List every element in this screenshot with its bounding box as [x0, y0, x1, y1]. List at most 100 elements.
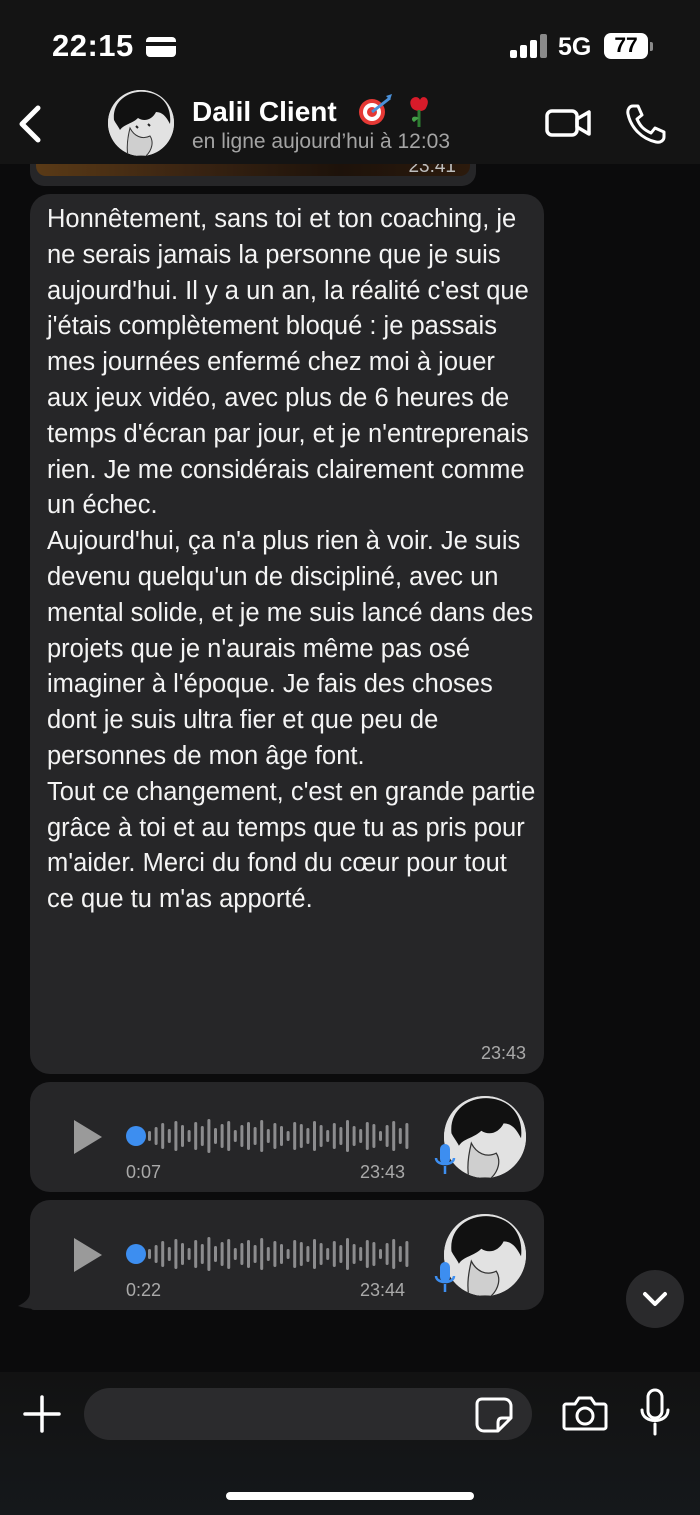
contact-avatar[interactable]: [108, 90, 174, 156]
waveform-bar: [167, 1129, 171, 1143]
waveform-bar: [174, 1121, 178, 1151]
waveform-bar: [227, 1239, 231, 1269]
waveform-bar: [365, 1240, 369, 1268]
waveform-bar: [227, 1121, 231, 1151]
message-timestamp: 23:43: [360, 1162, 406, 1182]
voice-message[interactable]: 0:22 23:44: [30, 1200, 544, 1310]
play-icon[interactable]: [70, 1236, 104, 1274]
waveform-bar: [359, 1129, 363, 1143]
voice-duration: 0:22: [126, 1280, 162, 1300]
waveform-bar: [346, 1238, 349, 1270]
waveform-bar: [385, 1243, 389, 1265]
waveform-bar: [306, 1246, 310, 1262]
waveform-bar: [240, 1243, 244, 1265]
chevron-down-icon: [643, 1292, 667, 1306]
waveform-bar: [148, 1249, 151, 1259]
video-camera-icon[interactable]: [544, 106, 592, 140]
waveform-bar: [326, 1248, 330, 1260]
battery-icon: 77: [604, 33, 653, 59]
waveform-bar: [181, 1125, 184, 1147]
message-timestamp: 23:43: [480, 1043, 526, 1063]
waveform-bar: [332, 1123, 336, 1149]
status-time: 22:15: [52, 28, 134, 63]
previous-media-message[interactable]: 23:41: [30, 164, 476, 186]
voice-duration: 0:07: [126, 1162, 162, 1182]
waveform-bar: [200, 1244, 204, 1264]
waveform-bar: [339, 1245, 343, 1263]
waveform-bar: [293, 1240, 297, 1268]
camera-icon[interactable]: [562, 1394, 608, 1432]
waveform-bar: [167, 1247, 171, 1261]
sticker-icon[interactable]: [474, 1396, 514, 1434]
waveform-bar: [220, 1242, 224, 1266]
waveform-bar: [200, 1126, 204, 1146]
waveform-bar: [161, 1123, 165, 1149]
waveform-bar: [339, 1127, 343, 1145]
waveform-bar: [280, 1244, 283, 1264]
waveform-bar: [365, 1122, 369, 1150]
waveform-bar: [352, 1126, 356, 1146]
cellular-signal-icon: [510, 34, 548, 58]
waveform-bar: [214, 1246, 217, 1262]
waveform-bar: [214, 1128, 217, 1144]
incoming-text-message[interactable]: Honnêtement, sans toi et ton coaching, j…: [30, 194, 544, 1074]
waveform-bar: [187, 1248, 191, 1260]
waveform-bar: [187, 1130, 191, 1142]
plus-icon[interactable]: [22, 1394, 62, 1434]
media-thumbnail[interactable]: [36, 164, 470, 176]
waveform-bar: [266, 1247, 270, 1261]
home-indicator[interactable]: [226, 1492, 474, 1500]
message-timestamp: 23:41: [408, 164, 456, 177]
waveform-bar: [392, 1239, 396, 1269]
waveform-bar: [346, 1120, 349, 1152]
waveform-bar: [299, 1124, 303, 1148]
waveform-bar: [398, 1128, 402, 1144]
waveform-bar: [207, 1237, 211, 1271]
play-icon[interactable]: [70, 1118, 104, 1156]
wallet-card-icon: [146, 37, 176, 57]
waveform-bar: [220, 1124, 224, 1148]
waveform-bar: [319, 1125, 323, 1147]
waveform-bar: [233, 1130, 237, 1142]
waveform-bar: [332, 1241, 336, 1267]
phone-icon[interactable]: [624, 102, 668, 146]
waveform-bar: [405, 1241, 409, 1267]
waveform-bar: [286, 1249, 290, 1259]
waveform-bar: [233, 1248, 237, 1260]
waveform-bar: [240, 1125, 244, 1147]
waveform-bar: [260, 1120, 264, 1152]
waveform-bar: [326, 1130, 330, 1142]
scroll-to-bottom-button[interactable]: [626, 1270, 684, 1328]
waveform-bar: [194, 1122, 198, 1150]
microphone-badge-icon: [434, 1262, 456, 1292]
microphone-icon[interactable]: [638, 1388, 672, 1438]
network-type: 5G: [558, 33, 592, 61]
audio-waveform[interactable]: [126, 1118, 416, 1154]
waveform-bar: [247, 1122, 250, 1150]
message-input[interactable]: [84, 1388, 532, 1440]
bubble-tail: [18, 1292, 42, 1309]
waveform-bar: [319, 1243, 323, 1265]
waveform-bar: [207, 1119, 211, 1153]
waveform-bar: [253, 1127, 257, 1145]
waveform-bar: [154, 1127, 158, 1145]
voice-message[interactable]: 0:07 23:43: [30, 1082, 544, 1192]
target-rose-emoji-icon: [359, 94, 428, 127]
playhead-dot[interactable]: [126, 1126, 146, 1146]
status-bar: 22:15 5G 77: [0, 0, 700, 90]
waveform-bar: [372, 1242, 376, 1266]
chat-area[interactable]: 23:41 Honnêtement, sans toi et ton coach…: [0, 164, 700, 1372]
waveform-bar: [352, 1244, 356, 1264]
chevron-left-icon[interactable]: [14, 104, 48, 144]
waveform-bar: [299, 1242, 303, 1266]
waveform-bar: [313, 1121, 316, 1151]
playhead-dot[interactable]: [126, 1244, 146, 1264]
waveform-bar: [379, 1131, 382, 1141]
audio-waveform[interactable]: [126, 1236, 416, 1272]
waveform-bar: [280, 1126, 283, 1146]
waveform-bar: [398, 1246, 402, 1262]
contact-name[interactable]: Dalil Client: [192, 96, 337, 128]
waveform-bar: [266, 1129, 270, 1143]
waveform-bar: [161, 1241, 165, 1267]
microphone-badge-icon: [434, 1144, 456, 1174]
